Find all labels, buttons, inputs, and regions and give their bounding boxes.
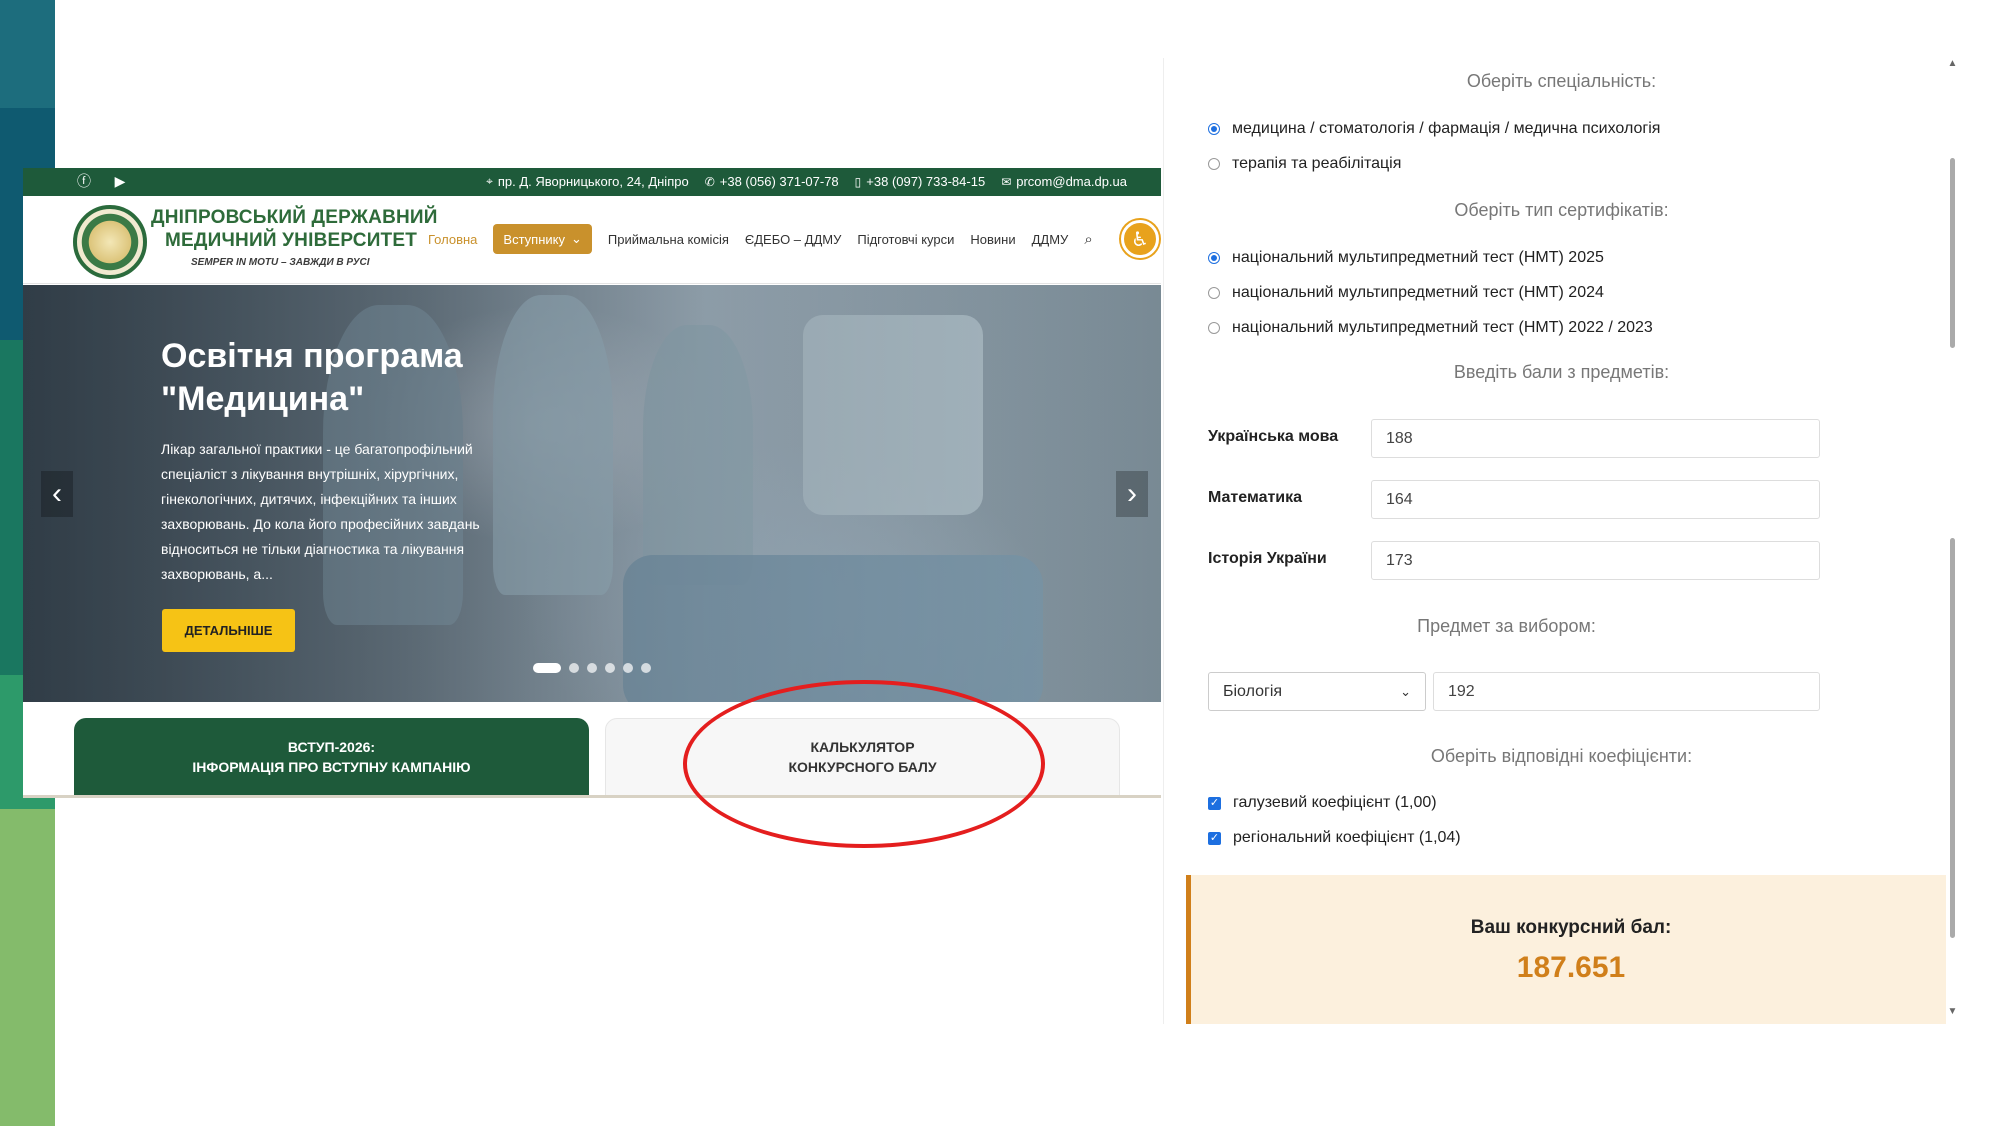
main-navbar: ДНІПРОВСЬКИЙ ДЕРЖАВНИЙ МЕДИЧНИЙ УНІВЕРСИ… — [23, 196, 1161, 284]
mobile-icon: ▯ — [854, 174, 862, 189]
slider-next-icon[interactable]: › — [1116, 471, 1148, 517]
score-input-math[interactable]: 164 — [1371, 480, 1820, 519]
score-input-history[interactable]: 173 — [1371, 541, 1820, 580]
phone-1-link[interactable]: +38 (056) 371-07-78 — [720, 174, 839, 189]
address-text: пр. Д. Яворницького, 24, Дніпро — [497, 174, 689, 189]
nav-applicant-dropdown[interactable]: Вступнику ⌄ — [493, 224, 592, 254]
nav-ddmu[interactable]: ДДМУ — [1032, 232, 1069, 247]
chevron-down-icon: ⌄ — [1400, 683, 1411, 699]
specialty-option-therapy[interactable]: терапія та реабілітація — [1208, 155, 1401, 173]
location-pin-icon: ⌖ — [486, 174, 493, 188]
chevron-down-icon: ⌄ — [571, 231, 582, 246]
contact-info: ⌖ пр. Д. Яворницького, 24, Дніпро ✆ +38 (0… — [486, 174, 1127, 189]
slider-dot[interactable] — [533, 663, 561, 673]
checkbox-checked[interactable]: ✓ — [1208, 831, 1221, 845]
elective-subject-select[interactable]: Біологія ⌄ — [1208, 672, 1426, 711]
cert-option-nmt-2024[interactable]: національний мультипредметний тест (НМТ)… — [1208, 284, 1604, 302]
coefficients-heading: Оберіть відповідні коефіцієнти: — [1430, 746, 1693, 766]
nav-home[interactable]: Головна — [428, 232, 477, 247]
slider-dot[interactable] — [623, 663, 633, 673]
slider-dot[interactable] — [569, 663, 579, 673]
score-input-ukrainian[interactable]: 188 — [1371, 419, 1820, 458]
scroll-thumb[interactable] — [1950, 538, 1955, 938]
radio-selected[interactable] — [1208, 123, 1220, 135]
hero-title: Освітня програма "Медицина" — [161, 337, 463, 418]
scores-heading: Введіть бали з предметів: — [1453, 362, 1670, 382]
scrollbar[interactable]: ▲ ▼ — [1946, 58, 1958, 1024]
slider-dot[interactable] — [641, 663, 651, 673]
university-seal-logo[interactable] — [73, 205, 147, 279]
slider-dot[interactable] — [605, 663, 615, 673]
score-calculator-panel: Оберіть спеціальність: медицина / стомат… — [1163, 58, 1958, 1024]
certificate-heading: Оберіть тип сертифікатів: — [1454, 200, 1669, 220]
radio-selected[interactable] — [1208, 252, 1220, 264]
youtube-icon[interactable]: ▶ — [111, 172, 129, 190]
slider-dots — [533, 663, 651, 673]
result-label: Ваш конкурсний бал: — [1470, 917, 1672, 938]
accessibility-icon[interactable]: ♿ — [1121, 220, 1159, 258]
slider-dot[interactable] — [587, 663, 597, 673]
score-input-elective[interactable]: 192 — [1433, 672, 1820, 711]
facebook-icon[interactable]: ⓕ — [75, 172, 93, 190]
nav-admissions[interactable]: Приймальна комісія — [608, 232, 729, 247]
subject-label-math: Математика — [1208, 489, 1303, 506]
subject-label-ukrainian: Українська мова — [1208, 428, 1339, 445]
admission-campaign-card[interactable]: ВСТУП-2026: ІНФОРМАЦІЯ ПРО ВСТУПНУ КАМПА… — [74, 718, 589, 796]
elective-heading: Предмет за вибором: — [1417, 616, 1596, 636]
hero-description: Лікар загальної практики - це багатопроф… — [161, 441, 480, 582]
slider-prev-icon[interactable]: ‹ — [41, 471, 73, 517]
slide-canvas: ⓕ ▶ ⌖ пр. Д. Яворницького, 24, Дніпро ✆ +3… — [0, 0, 2000, 1126]
search-icon[interactable]: ⌕ — [1084, 231, 1092, 248]
social-links: ⓕ ▶ — [75, 172, 129, 190]
hero-slider: Освітня програма "Медицина" Лікар загаль… — [23, 285, 1161, 702]
nav-menu: Головна Вступнику ⌄ Приймальна комісія ЄД… — [428, 224, 1093, 254]
scroll-up-icon[interactable]: ▲ — [1946, 58, 1958, 69]
radio-unselected[interactable] — [1208, 287, 1220, 299]
email-link[interactable]: prcom@dma.dp.ua — [1016, 174, 1127, 189]
scroll-thumb[interactable] — [1950, 158, 1955, 348]
university-motto: SEMPER IN MOTU – ЗАВЖДИ В РУСІ — [191, 257, 370, 268]
nav-news[interactable]: Новини — [970, 232, 1015, 247]
scroll-down-icon[interactable]: ▼ — [1946, 1006, 1958, 1017]
nav-courses[interactable]: Підготовчі курси — [857, 232, 954, 247]
highlight-ellipse — [683, 680, 1045, 848]
specialty-option-medicine[interactable]: медицина / стоматологія / фармація / мед… — [1208, 120, 1660, 138]
coef-industry-checkbox[interactable]: ✓ галузевий коефіцієнт (1,00) — [1208, 794, 1437, 812]
phone-icon: ✆ — [704, 174, 715, 189]
hero-details-button[interactable]: ДЕТАЛЬНІШЕ — [162, 609, 295, 652]
radio-unselected[interactable] — [1208, 158, 1220, 170]
result-box: Ваш конкурсний бал: 187.651 — [1186, 875, 1951, 1024]
university-name[interactable]: ДНІПРОВСЬКИЙ ДЕРЖАВНИЙ МЕДИЧНИЙ УНІВЕРСИ… — [151, 206, 441, 268]
mail-icon: ✉ — [1001, 174, 1012, 189]
cert-option-nmt-2022-2023[interactable]: національний мультипредметний тест (НМТ)… — [1208, 319, 1653, 337]
result-value: 187.651 — [1516, 951, 1626, 984]
coef-regional-checkbox[interactable]: ✓ регіональний коефіцієнт (1,04) — [1208, 829, 1461, 847]
phone-2-link[interactable]: +38 (097) 733-84-15 — [866, 174, 985, 189]
radio-unselected[interactable] — [1208, 322, 1220, 334]
decor-strip-1 — [0, 0, 55, 108]
decor-strip-5 — [0, 809, 55, 1126]
subject-label-history: Історія України — [1208, 550, 1327, 567]
checkbox-checked[interactable]: ✓ — [1208, 796, 1221, 810]
cert-option-nmt-2025[interactable]: національний мультипредметний тест (НМТ)… — [1208, 249, 1604, 267]
top-info-bar: ⓕ ▶ ⌖ пр. Д. Яворницького, 24, Дніпро ✆ +3… — [23, 168, 1161, 196]
nav-edebo[interactable]: ЄДЕБО – ДДМУ — [745, 232, 841, 247]
specialty-heading: Оберіть спеціальність: — [1466, 71, 1657, 91]
